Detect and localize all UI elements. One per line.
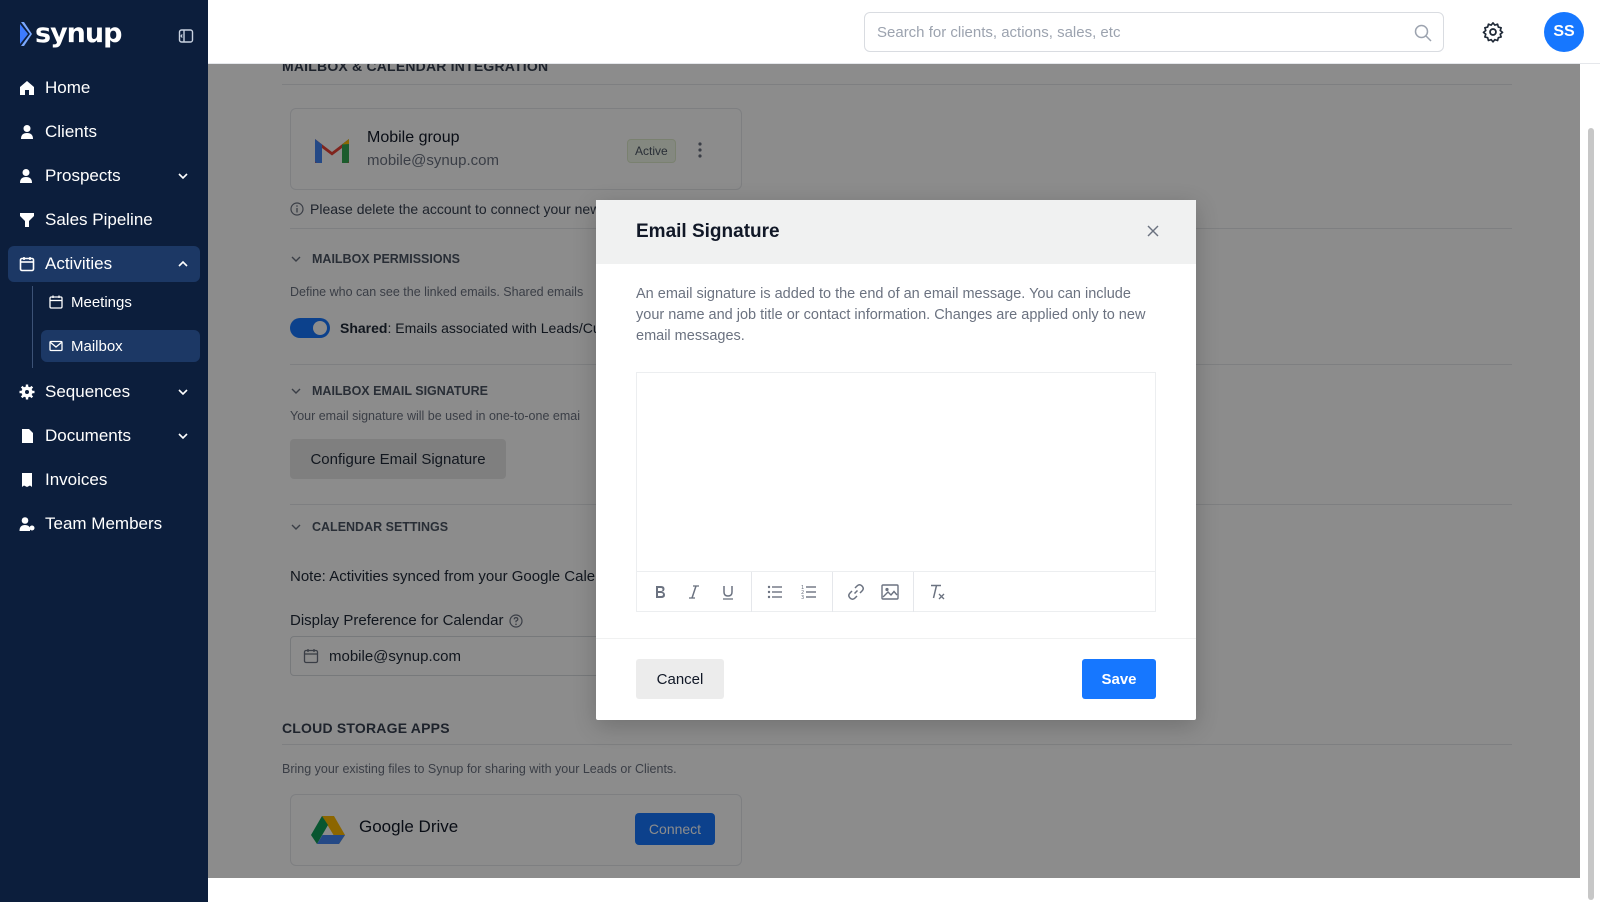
search-input[interactable] (877, 23, 1397, 41)
cog-icon (18, 383, 36, 401)
sidebar-item-label: Sequences (45, 382, 131, 401)
cancel-button[interactable]: Cancel (636, 659, 724, 699)
sidebar-item-label: Clients (45, 122, 97, 141)
sidebar-collapse-icon[interactable] (178, 28, 194, 44)
sidebar-item-team-members[interactable]: Team Members (8, 506, 200, 542)
document-icon (18, 427, 36, 445)
save-button[interactable]: Save (1082, 659, 1156, 699)
modal-header: Email Signature (596, 200, 1196, 264)
chevron-down-icon[interactable] (176, 169, 190, 183)
search-icon[interactable] (1413, 23, 1433, 43)
sidebar-item-label: Team Members (45, 514, 163, 533)
signature-editor: 123 (636, 372, 1156, 612)
activities-subnav: Meetings Mailbox (32, 286, 200, 368)
avatar[interactable]: SS (1544, 12, 1584, 52)
calendar-icon (18, 255, 36, 273)
sidebar-item-activities[interactable]: Activities (8, 246, 200, 282)
email-signature-modal: Email Signature An email signature is ad… (596, 200, 1196, 720)
link-icon[interactable] (839, 577, 873, 607)
gear-icon[interactable] (1482, 21, 1504, 43)
chevron-down-icon[interactable] (176, 385, 190, 399)
calendar-icon (49, 295, 63, 309)
mail-icon (49, 339, 63, 353)
brand-name: synup (35, 18, 122, 49)
scrollbar-thumb[interactable] (1588, 128, 1594, 900)
numbered-list-icon[interactable]: 123 (792, 577, 826, 607)
modal-description: An email signature is added to the end o… (636, 286, 1146, 344)
toolbar-group-lists: 123 (752, 571, 833, 612)
sidebar-item-label: Invoices (45, 470, 108, 489)
chevron-up-icon[interactable] (176, 257, 190, 271)
chevron-down-icon[interactable] (176, 429, 190, 443)
signature-editor-area[interactable] (637, 373, 1155, 571)
sidebar-item-documents[interactable]: Documents (8, 418, 200, 454)
sidebar-item-label: Activities (45, 254, 113, 273)
clear-format-icon[interactable] (920, 577, 954, 607)
svg-text:3: 3 (801, 595, 804, 600)
sidebar-subitem-mailbox[interactable]: Mailbox (41, 330, 200, 362)
sidebar-item-label: Documents (45, 426, 131, 445)
subnav-line (32, 286, 33, 368)
sidebar-item-label: Home (45, 78, 91, 97)
logo-chevron-icon (20, 21, 32, 46)
underline-icon[interactable] (711, 577, 745, 607)
editor-toolbar: 123 (637, 571, 1155, 612)
italic-icon[interactable] (677, 577, 711, 607)
image-icon[interactable] (873, 577, 907, 607)
sidebar-nav: Home Clients Prospects Sales Pipeline Ac… (8, 70, 200, 550)
team-icon (18, 515, 36, 533)
sidebar-item-home[interactable]: Home (8, 70, 200, 106)
toolbar-group-format (637, 571, 752, 612)
close-icon[interactable] (1146, 224, 1160, 238)
bullet-list-icon[interactable] (758, 577, 792, 607)
sidebar-item-label: Sales Pipeline (45, 210, 153, 229)
sidebar-item-invoices[interactable]: Invoices (8, 462, 200, 498)
modal-title: Email Signature (636, 221, 780, 242)
synup-logo[interactable]: synup (20, 18, 122, 49)
toolbar-group-clear (914, 572, 960, 612)
modal-footer: Cancel Save (596, 638, 1196, 720)
user-icon (18, 167, 36, 185)
sidebar-item-label: Prospects (45, 166, 121, 185)
invoice-icon (18, 471, 36, 489)
sidebar: synup Home Clients Prospects Sales Pipel… (0, 0, 208, 902)
sidebar-subitem-meetings[interactable]: Meetings (41, 286, 200, 318)
sidebar-item-sales-pipeline[interactable]: Sales Pipeline (8, 202, 200, 238)
search-box[interactable] (864, 12, 1444, 52)
toolbar-group-insert (833, 571, 914, 612)
sidebar-item-prospects[interactable]: Prospects (8, 158, 200, 194)
funnel-icon (18, 211, 36, 229)
bold-icon[interactable] (643, 577, 677, 607)
sidebar-subitem-label: Meetings (71, 293, 132, 311)
top-bar: SS (208, 0, 1600, 64)
user-icon (18, 123, 36, 141)
sidebar-subitem-label: Mailbox (71, 337, 123, 355)
home-icon (18, 79, 36, 97)
sidebar-item-clients[interactable]: Clients (8, 114, 200, 150)
sidebar-item-sequences[interactable]: Sequences (8, 374, 200, 410)
page-bottom-strip (208, 878, 1600, 902)
